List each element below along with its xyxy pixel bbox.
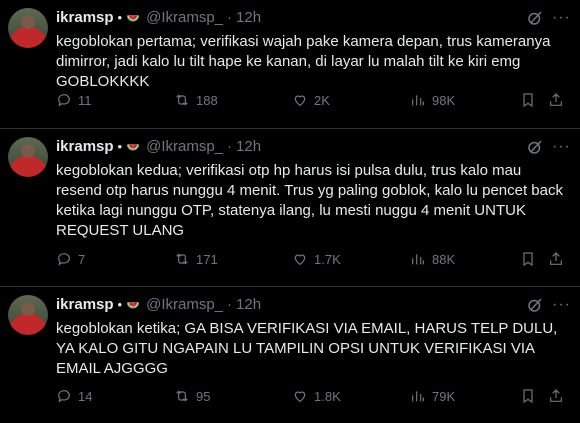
bookmark-icon[interactable] [520,388,536,404]
like-icon [294,254,306,266]
view-count: 79K [432,388,456,404]
timestamp[interactable]: 12h [236,296,261,314]
reply-icon [58,390,70,403]
repost-button[interactable]: 95 [174,388,292,404]
repost-button[interactable]: 188 [174,92,292,108]
repost-count: 95 [196,388,211,404]
more-icon[interactable]: ··· [552,295,572,315]
like-icon [294,95,306,107]
like-button[interactable]: 2K [292,92,410,108]
repost-button[interactable]: 171 [174,251,292,267]
tweet-actions: 11 188 2K 98K [56,90,572,110]
more-icon[interactable]: ··· [552,137,572,157]
watermelon-emoji-icon [126,144,140,151]
grok-icon[interactable] [526,138,544,156]
tweet-header: ikramsp • @Ikramsp_ · 12h [56,296,580,314]
like-count: 1.7K [314,251,341,267]
tweet-text: kegoblokan pertama; verifikasi wajah pak… [56,33,551,90]
views-icon [412,95,424,106]
repost-icon [176,253,188,265]
display-name[interactable]: ikramsp [56,138,114,156]
tweet-text: kegoblokan ketika; GA BISA VERIFIKASI VI… [56,320,558,377]
repost-icon [176,94,188,106]
tweet[interactable]: ikramsp • @Ikramsp_ · 12h ··· kegoblokan… [0,287,580,423]
more-icon[interactable]: ··· [552,8,572,28]
tweet[interactable]: ikramsp • @Ikramsp_ · 12h ··· kegoblokan… [0,0,580,129]
tweet[interactable]: ikramsp • @Ikramsp_ · 12h ··· kegoblokan… [0,129,580,287]
watermelon-emoji-icon [126,302,140,309]
like-button[interactable]: 1.8K [292,388,410,404]
avatar[interactable] [8,295,48,335]
repost-count: 171 [196,251,218,267]
repost-icon [176,390,188,402]
like-count: 2K [314,92,330,108]
tweet-actions: 14 95 1.8K 79K [56,386,572,406]
watermelon-emoji-icon [126,15,140,22]
like-button[interactable]: 1.7K [292,251,410,267]
reply-button[interactable]: 11 [56,92,174,108]
reply-icon [58,253,70,266]
reply-button[interactable]: 14 [56,388,174,404]
views-icon [412,391,424,402]
views-icon [412,254,424,265]
grok-icon[interactable] [526,296,544,314]
avatar[interactable] [8,137,48,177]
view-count: 88K [432,251,456,267]
name-dot: • [117,139,123,154]
bookmark-icon[interactable] [520,251,536,267]
reply-count: 11 [78,92,92,108]
tweet-actions: 7 171 1.7K 88K [56,249,572,269]
views-button[interactable]: 88K [410,251,528,267]
handle[interactable]: @Ikramsp_ [146,9,223,27]
time-separator: · [227,9,233,26]
views-button[interactable]: 79K [410,388,528,404]
views-button[interactable]: 98K [410,92,528,108]
timestamp[interactable]: 12h [236,138,261,156]
timestamp[interactable]: 12h [236,9,261,27]
name-dot: • [117,297,123,312]
repost-count: 188 [196,92,218,108]
grok-icon[interactable] [526,9,544,27]
share-icon[interactable] [548,388,564,404]
like-icon [294,391,306,403]
reply-button[interactable]: 7 [56,251,174,267]
reply-count: 7 [78,251,86,267]
tweet-feed: ikramsp • @Ikramsp_ · 12h ··· kegoblokan… [0,0,580,423]
display-name[interactable]: ikramsp [56,296,114,314]
time-separator: · [227,138,233,155]
tweet-text: kegoblokan kedua; verifikasi otp hp haru… [56,162,563,239]
tweet-header: ikramsp • @Ikramsp_ · 12h [56,138,580,156]
view-count: 98K [432,92,456,108]
reply-count: 14 [78,388,93,404]
bookmark-icon[interactable] [520,92,536,108]
time-separator: · [227,296,233,313]
name-dot: • [117,10,123,25]
reply-icon [58,94,70,107]
like-count: 1.8K [314,388,341,404]
avatar[interactable] [8,8,48,48]
handle[interactable]: @Ikramsp_ [146,296,223,314]
share-icon[interactable] [548,92,564,108]
share-icon[interactable] [548,251,564,267]
handle[interactable]: @Ikramsp_ [146,138,223,156]
tweet-header: ikramsp • @Ikramsp_ · 12h [56,9,580,27]
display-name[interactable]: ikramsp [56,9,114,27]
